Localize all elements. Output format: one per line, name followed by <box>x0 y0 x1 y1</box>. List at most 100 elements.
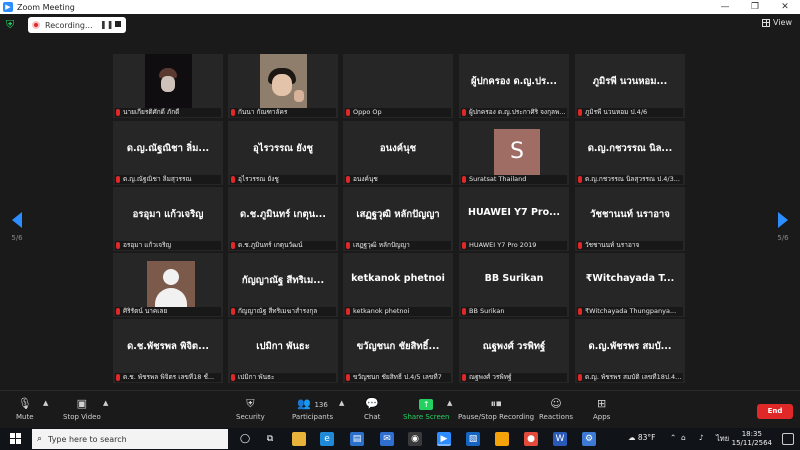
participant-tile[interactable]: อรอุมา แก้วเจริญ อรอุมา แก้วเจริญ <box>113 187 223 251</box>
notification-center-icon[interactable] <box>782 433 794 445</box>
participant-tile[interactable]: กันนา กัณฑาลัคร <box>228 54 338 118</box>
close-button[interactable]: ✕ <box>770 0 800 14</box>
participant-tile[interactable]: ด.ญ.กชวรรณ นิล... ด.ญ.กชวรรณ นิลสุวรรณ ป.… <box>575 121 685 185</box>
participant-display-name: ขวัญชนก ชัยสิทธิ์... <box>356 341 440 352</box>
participant-display-name: ณฐพงศ์ วรพิทฐ์ <box>482 341 546 352</box>
title-bar: ▶ Zoom Meeting — ❐ ✕ <box>0 0 800 14</box>
muted-mic-icon <box>462 242 466 249</box>
store-icon[interactable]: ▤ <box>350 432 364 446</box>
shield-icon[interactable]: ⛨ <box>6 19 17 31</box>
participants-button[interactable]: 👥 136 Participants <box>292 397 333 421</box>
participant-tile[interactable]: เสฏฐวุฒิ หลักปัญญา เสฏฐวุฒิ หลักปัญญา <box>343 187 453 251</box>
participant-tile[interactable]: อุไรวรรณ ยังชู อุไรวรรณ ยังชู <box>228 121 338 185</box>
participant-display-name: ภูมิรพี นวนหอม... <box>592 76 668 87</box>
media-app-icon[interactable]: ◉ <box>408 432 422 446</box>
muted-mic-icon <box>462 176 466 183</box>
participant-tile[interactable]: วัชชานนท์ นราอาจ วัชชานนท์ นราอาจ <box>575 187 685 251</box>
share-screen-button[interactable]: ↑ Share Screen <box>403 397 450 421</box>
reactions-button[interactable]: ☺ Reactions <box>539 397 573 421</box>
participant-display-name: HUAWEI Y7 Pro... <box>468 207 560 218</box>
apps-icon: ⊞ <box>597 397 607 410</box>
taskbar-search-box[interactable]: ⌕ Type here to search <box>32 429 228 449</box>
apps-button[interactable]: ⊞ Apps <box>593 397 610 421</box>
video-options-caret-icon[interactable]: ▲ <box>103 399 108 407</box>
pause-recording-icon[interactable]: ❚❚ <box>100 20 113 29</box>
system-clock[interactable]: 18:35 15/11/2564 <box>732 430 772 448</box>
participant-tile[interactable]: อนงค์นุช อนงค์นุช <box>343 121 453 185</box>
chat-button[interactable]: 💬 Chat <box>364 397 380 421</box>
share-options-caret-icon[interactable]: ▲ <box>447 399 452 407</box>
participant-name-label: เปมิกา พันธะ <box>230 373 336 382</box>
smiley-icon: ☺ <box>550 397 562 410</box>
next-page-button[interactable]: 5/6 <box>771 212 795 242</box>
stop-recording-icon[interactable] <box>115 21 121 27</box>
edge-icon[interactable]: e <box>320 432 334 446</box>
participant-video <box>260 54 307 108</box>
participant-display-name: เสฏฐวุฒิ หลักปัญญา <box>356 209 440 220</box>
task-view-icon[interactable]: ⧉ <box>263 432 277 446</box>
file-explorer-icon[interactable] <box>292 432 306 446</box>
end-meeting-button[interactable]: End <box>757 404 793 419</box>
participants-options-caret-icon[interactable]: ▲ <box>339 399 344 407</box>
participant-video <box>145 54 192 108</box>
folder-icon[interactable] <box>495 432 509 446</box>
participants-icon: 👥 136 <box>297 397 328 410</box>
participants-count: 136 <box>314 401 328 409</box>
word-icon[interactable]: W <box>553 432 567 446</box>
security-button[interactable]: ⛨ Security <box>236 397 265 421</box>
participant-display-name: BB Surikan <box>484 273 544 284</box>
participant-tile[interactable]: ด.ญ.ณัฐณิชา ลิ่ม... ด.ญ.ณัฐณิชา ลิ่มสุวรร… <box>113 121 223 185</box>
pause-stop-recording-button[interactable]: ⏸⏹ Pause/Stop Recording <box>458 397 534 421</box>
participant-tile[interactable]: HUAWEI Y7 Pro... HUAWEI Y7 Pro 2019 <box>459 187 569 251</box>
participant-name-label: ด.ช.ภูมินทร์ เกตุนวัฒน์ <box>230 241 336 250</box>
network-icon[interactable]: ⌂ <box>681 433 686 442</box>
zoom-taskbar-icon[interactable]: ▶ <box>437 432 451 446</box>
participant-tile[interactable]: ketkanok phetnoi ketkanok phetnoi <box>343 253 453 317</box>
photos-icon[interactable]: ▧ <box>466 432 480 446</box>
settings-icon[interactable]: ⚙ <box>582 432 596 446</box>
participant-tile[interactable]: ภูมิรพี นวนหอม... ภูมิรพี นวนหอม ป.4/6 <box>575 54 685 118</box>
weather-widget[interactable]: ☁ 83°F <box>628 433 656 442</box>
muted-mic-icon <box>346 242 350 249</box>
windows-start-icon[interactable] <box>10 433 21 444</box>
participant-tile[interactable]: ₹Witchayada T... ₹Witchayada Thungpanya..… <box>575 253 685 317</box>
participant-tile[interactable]: นายเกียรติศักดิ์ ภักดี <box>113 54 223 118</box>
participant-display-name: วัชชานนท์ นราอาจ <box>590 209 670 220</box>
muted-mic-icon <box>346 374 350 381</box>
muted-mic-icon <box>116 242 120 249</box>
participant-tile[interactable]: ผู้ปกครอง ด.ญ.ปร... ผู้ปกครอง ด.ญ.ประกาศิ… <box>459 54 569 118</box>
minimize-button[interactable]: — <box>710 0 740 14</box>
participant-tile[interactable]: กัญญาณัฐ สีทริเม... กัญญาณัฐ สีทริเมฆาสำร… <box>228 253 338 317</box>
language-indicator[interactable]: ไทย <box>716 433 729 445</box>
cortana-icon[interactable]: ◯ <box>238 432 252 446</box>
speaker-icon[interactable]: ♪ <box>699 433 704 442</box>
participant-tile[interactable]: เปมิกา พันธะ เปมิกา พันธะ <box>228 319 338 383</box>
participant-tile[interactable]: ศิริรัตน์ นาคเลย <box>113 253 223 317</box>
muted-mic-icon <box>462 374 466 381</box>
participant-tile[interactable]: ณฐพงศ์ วรพิทฐ์ ณฐพงศ์ วรพิทฐ์ <box>459 319 569 383</box>
participant-tile[interactable]: Oppo Op <box>343 54 453 118</box>
view-button[interactable]: View <box>762 18 792 27</box>
participant-tile[interactable]: S Suratsat Thailand <box>459 121 569 185</box>
participant-tile[interactable]: ขวัญชนก ชัยสิทธิ์... ขวัญชนก ชัยสิทธิ์ ป.… <box>343 319 453 383</box>
muted-mic-icon <box>346 109 350 116</box>
maximize-button[interactable]: ❐ <box>740 0 770 14</box>
mute-options-caret-icon[interactable]: ▲ <box>43 399 48 407</box>
participant-name-label: กัญญาณัฐ สีทริเมฆาสำรงกุล <box>230 307 336 316</box>
mute-button[interactable]: 🎙 Mute <box>16 397 34 421</box>
mail-icon[interactable]: ✉ <box>380 432 394 446</box>
participant-name-label: ketkanok phetnoi <box>345 307 451 316</box>
muted-mic-icon <box>231 308 235 315</box>
participant-display-name: อรอุมา แก้วเจริญ <box>132 209 204 220</box>
previous-page-button[interactable]: 5/6 <box>5 212 29 242</box>
participant-display-name: เปมิกา พันธะ <box>256 341 310 352</box>
tray-chevron-up-icon[interactable]: ⌃ <box>670 433 676 442</box>
participant-tile[interactable]: ด.ญ.พัชรพร สมบั... ด.ญ. พัชรพร สมบัติ เลข… <box>575 319 685 383</box>
chevron-right-icon <box>778 212 788 228</box>
recording-label: Recording... <box>45 20 93 30</box>
participant-tile[interactable]: ด.ช.ภูมินทร์ เกตุน... ด.ช.ภูมินทร์ เกตุนว… <box>228 187 338 251</box>
stop-video-button[interactable]: ▣ Stop Video <box>63 397 101 421</box>
participant-tile[interactable]: BB Surikan BB Surikan <box>459 253 569 317</box>
chrome-icon[interactable]: ● <box>524 432 538 446</box>
participant-tile[interactable]: ด.ช.พัชรพล พิจิต... ด.ช. พัชรพล พิจิตร เล… <box>113 319 223 383</box>
